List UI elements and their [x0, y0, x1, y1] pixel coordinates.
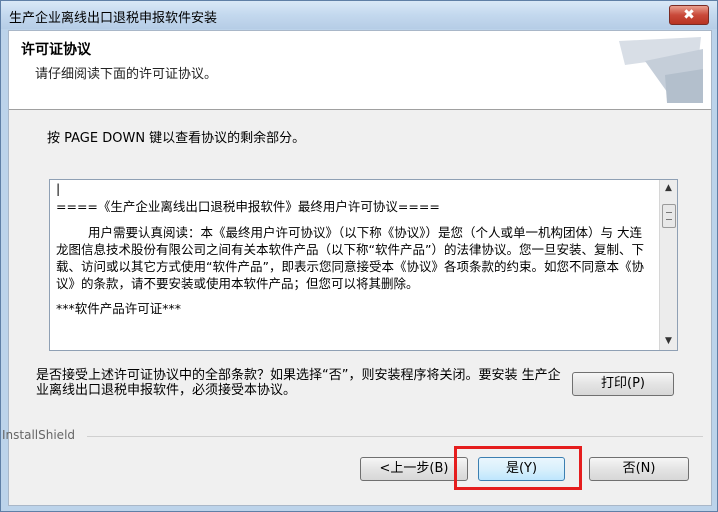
page-title: 许可证协议	[21, 42, 91, 58]
back-button[interactable]: <上一步(B)	[360, 457, 468, 481]
window-title: 生产企业离线出口退税申报软件安装	[9, 11, 218, 26]
installer-window: 生产企业离线出口退税申报软件安装 ✖ 许可证协议 请仔细阅读下面的许可证协议。 …	[0, 0, 718, 512]
license-paragraph: 用户需要认真阅读：本《最终用户许可协议》（以下称《协议》）是您（个人或单一机构团…	[56, 225, 644, 291]
license-heading: ====《生产企业离线出口退税申报软件》最终用户许可协议====	[56, 199, 440, 214]
installshield-brand: InstallShield	[2, 428, 76, 442]
dialog-body: 许可证协议 请仔细阅读下面的许可证协议。 按 PAGE DOWN 键以查看协议的…	[2, 30, 712, 506]
scroll-up-icon[interactable]: ▲	[660, 180, 677, 197]
scroll-thumb[interactable]	[662, 204, 676, 228]
license-scrollbar[interactable]: ▲ ▼	[659, 180, 677, 350]
footer-divider	[87, 436, 703, 437]
close-button[interactable]: ✖	[669, 5, 709, 25]
scroll-down-icon[interactable]: ▼	[660, 333, 677, 350]
license-section-title: ***软件产品许可证***	[56, 301, 182, 316]
license-content: | ====《生产企业离线出口退税申报软件》最终用户许可协议==== 用户需要认…	[56, 180, 652, 318]
title-bar[interactable]: 生产企业离线出口退税申报软件安装 ✖	[1, 1, 717, 29]
print-button[interactable]: 打印(P)	[572, 372, 674, 396]
instruction-text: 按 PAGE DOWN 键以查看协议的剩余部分。	[47, 131, 306, 146]
dialog-header: 许可证协议 请仔细阅读下面的许可证协议。	[9, 31, 711, 110]
license-textbox[interactable]: | ====《生产企业离线出口退税申报软件》最终用户许可协议==== 用户需要认…	[49, 179, 678, 351]
accept-question: 是否接受上述许可证协议中的全部条款？如果选择“否”，则安装程序将关闭。要安装 生…	[36, 368, 561, 398]
no-button[interactable]: 否(N)	[589, 457, 689, 481]
text-cursor: |	[56, 181, 61, 196]
yes-button[interactable]: 是(Y)	[478, 457, 565, 481]
close-icon: ✖	[683, 7, 695, 23]
installer-banner-graphic	[619, 37, 703, 103]
page-subtitle: 请仔细阅读下面的许可证协议。	[35, 67, 218, 82]
